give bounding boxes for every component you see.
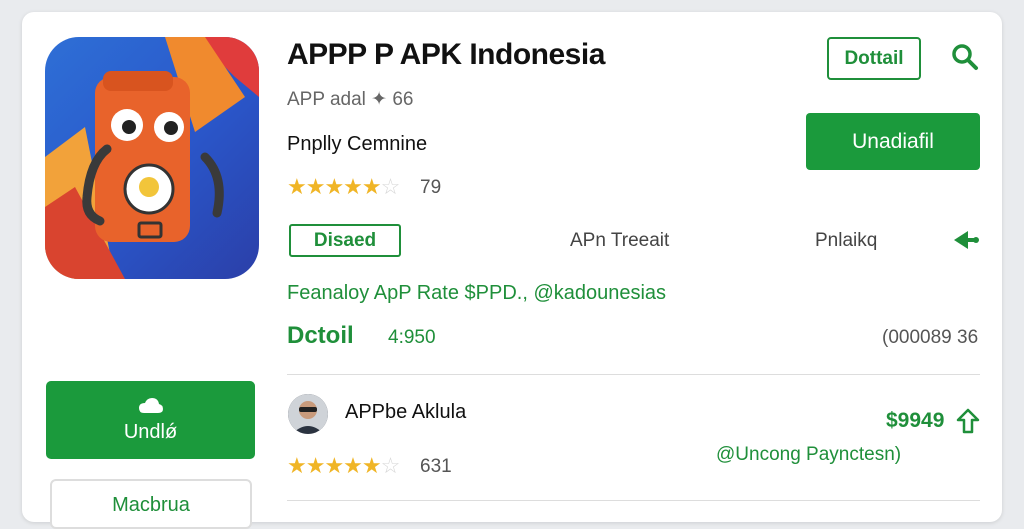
developer-name[interactable]: Pnplly Cemnine — [287, 133, 427, 156]
left-install-label: Undlǿ — [123, 420, 178, 443]
app-meta: APP adal ✦ 66 — [287, 89, 414, 110]
install-button[interactable]: Unadiafil — [806, 113, 980, 170]
review-rating-stars: ★★★★★☆ — [287, 453, 400, 478]
review-price: $9949 — [886, 409, 945, 432]
review-rating-count: 631 — [420, 456, 452, 477]
tab-pnlaikq[interactable]: Pnlaikq — [815, 230, 877, 252]
promo-text: Feanaloy ApP Rate $PPD., @kadounesias — [287, 282, 667, 304]
left-install-button[interactable]: Undlǿ — [46, 381, 255, 459]
download-code: (000089 36 — [882, 327, 979, 348]
divider — [287, 500, 980, 501]
review-author: APPbe Aklula — [345, 401, 467, 423]
app-icon — [45, 37, 259, 279]
divider — [287, 374, 980, 375]
detail-button[interactable]: Dottail — [827, 37, 921, 80]
download-icon — [138, 397, 163, 413]
download-size: 4:950 — [388, 327, 436, 348]
left-secondary-button[interactable]: Macbrua — [50, 479, 252, 529]
avatar — [288, 394, 328, 434]
app-rating-stars: ★★★★★☆ — [287, 174, 400, 199]
upvote-icon[interactable] — [956, 408, 980, 434]
app-rating-count: 79 — [420, 177, 442, 198]
download-label: Dctoil — [287, 322, 354, 349]
review-note: @Uncong Paynctesn) — [716, 444, 902, 465]
app-title: APPP P APK Indonesia — [287, 38, 605, 71]
tab-treeait[interactable]: APn Treeait — [570, 230, 669, 252]
share-icon[interactable] — [952, 227, 980, 253]
search-icon[interactable] — [950, 42, 980, 72]
badge-button[interactable]: Disaed — [289, 224, 401, 257]
